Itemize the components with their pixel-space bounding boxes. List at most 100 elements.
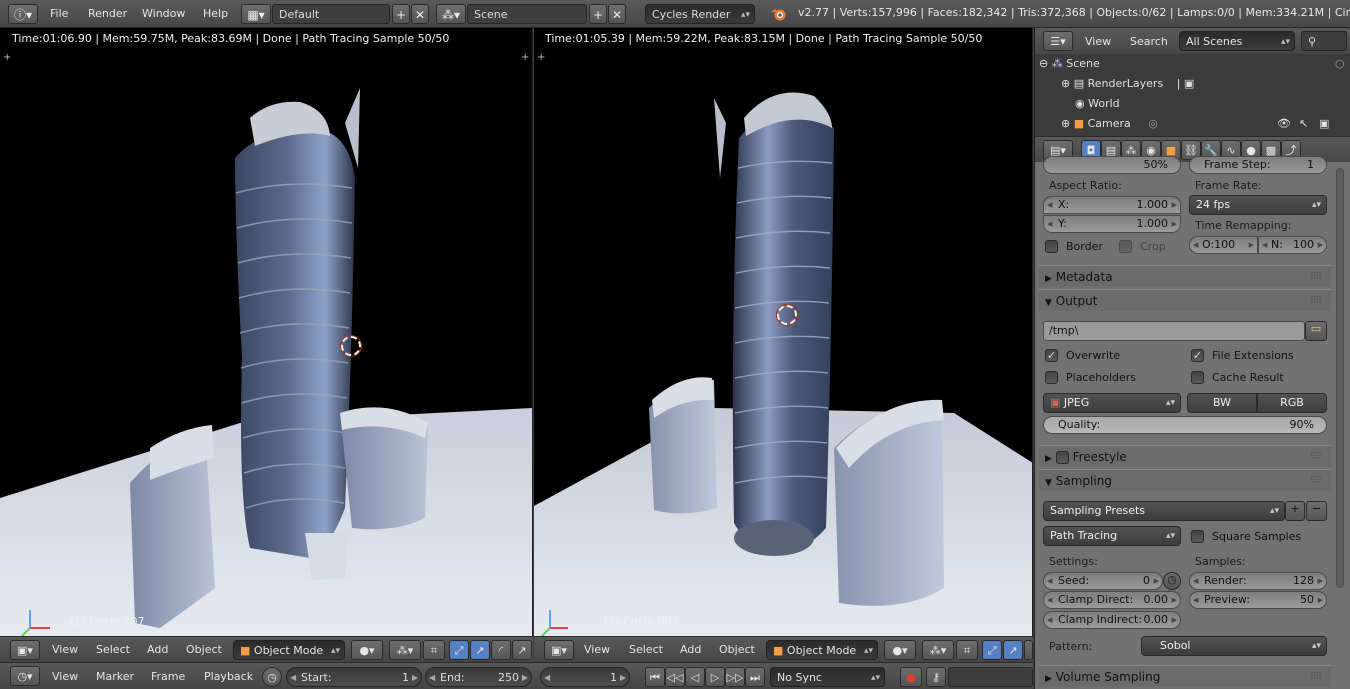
- editor-type-button[interactable]: ▣▾: [544, 640, 574, 660]
- menu-object[interactable]: Object: [186, 640, 222, 660]
- left-arrow-icon[interactable]: ◀: [1193, 592, 1198, 608]
- seed-field[interactable]: ◀ Seed: 0 ▶: [1043, 572, 1163, 590]
- selectable-cursor-icon[interactable]: ↖: [1299, 114, 1308, 134]
- time-remap-new-field[interactable]: ◀ N: 100 ▶: [1258, 236, 1327, 254]
- freestyle-panel-header[interactable]: ▶ Freestyle ⠿⠿: [1039, 445, 1331, 467]
- viewport-right[interactable]: + Time:01:05.39 | Mem:59.22M, Peak:83.15…: [534, 28, 1033, 636]
- render-engine-dropdown[interactable]: Cycles Render ▴▾: [645, 4, 755, 24]
- border-checkbox[interactable]: [1045, 240, 1058, 253]
- manipulator-toggle-button[interactable]: ⌗: [423, 640, 445, 660]
- right-arrow-icon[interactable]: ▶: [1318, 237, 1323, 253]
- panel-grip-icon[interactable]: ⠿⠿: [1310, 290, 1322, 312]
- end-frame-field[interactable]: ◀ End: 250 ▶: [425, 667, 532, 687]
- current-frame-field[interactable]: ◀ 1 ▶: [540, 667, 630, 687]
- manipulator-toggle-button[interactable]: ⌗: [956, 640, 978, 660]
- frame-step-field[interactable]: Frame Step: 1: [1189, 156, 1327, 174]
- corner-handle-icon[interactable]: +: [537, 52, 545, 63]
- clamp-direct-field[interactable]: ◀ Clamp Direct: 0.00 ▶: [1043, 591, 1181, 609]
- menu-marker[interactable]: Marker: [96, 667, 134, 687]
- output-panel-header[interactable]: ▼ Output ⠿⠿: [1039, 289, 1331, 311]
- right-arrow-icon[interactable]: ▶: [1172, 612, 1177, 628]
- sampling-pattern-dropdown[interactable]: Sobol ▴▾: [1141, 636, 1327, 656]
- file-extensions-checkbox[interactable]: ✓: [1191, 349, 1204, 362]
- menu-select[interactable]: Select: [629, 640, 663, 660]
- remove-scene-button[interactable]: ✕: [608, 4, 626, 24]
- left-arrow-icon[interactable]: ◀: [544, 668, 550, 688]
- scene-field[interactable]: Scene: [467, 4, 587, 24]
- editor-type-button[interactable]: ☰▾: [1043, 31, 1073, 51]
- jump-end-button[interactable]: ⏭: [745, 667, 765, 687]
- right-arrow-icon[interactable]: ▶: [1172, 197, 1177, 213]
- menu-search[interactable]: Search: [1130, 32, 1168, 52]
- scale-manipulator-button[interactable]: ◜: [491, 640, 511, 660]
- interaction-mode-dropdown[interactable]: ■ Object Mode ▴▾: [233, 640, 345, 660]
- jump-keyframe-forward-button[interactable]: ▷▷: [725, 667, 745, 687]
- browse-folder-button[interactable]: ▭: [1305, 321, 1327, 341]
- file-format-dropdown[interactable]: ▣ JPEG ▴▾: [1043, 393, 1181, 413]
- menu-help[interactable]: Help: [203, 4, 228, 24]
- menu-add[interactable]: Add: [147, 640, 168, 660]
- screen-layout-button[interactable]: ▦▾: [241, 4, 271, 24]
- properties-scrollbar[interactable]: [1336, 168, 1344, 588]
- panel-grip-icon[interactable]: ⠿⠿: [1310, 446, 1322, 468]
- menu-view[interactable]: View: [1085, 32, 1111, 52]
- scene-browse-button[interactable]: ⁂▾: [436, 4, 466, 24]
- right-arrow-icon[interactable]: ▶: [620, 668, 626, 688]
- overwrite-checkbox[interactable]: ✓: [1045, 349, 1058, 362]
- clamp-indirect-field[interactable]: ◀ Clamp Indirect: 0.00 ▶: [1043, 611, 1181, 629]
- cache-result-checkbox[interactable]: [1191, 371, 1204, 384]
- resolution-percentage-field[interactable]: 50%: [1043, 156, 1181, 174]
- right-arrow-icon[interactable]: ▶: [1172, 216, 1177, 232]
- play-reverse-button[interactable]: ◁: [685, 667, 705, 687]
- menu-add[interactable]: Add: [680, 640, 701, 660]
- color-mode-bw-button[interactable]: BW: [1187, 393, 1257, 413]
- right-arrow-icon[interactable]: ▶: [522, 668, 528, 688]
- crop-checkbox[interactable]: [1119, 240, 1132, 253]
- metadata-panel-header[interactable]: ▶ Metadata ⠿⠿: [1039, 265, 1331, 287]
- menu-view[interactable]: View: [52, 667, 78, 687]
- aspect-y-field[interactable]: ◀ Y: 1.000 ▶: [1043, 215, 1181, 233]
- renderable-camera-icon[interactable]: ▣: [1319, 114, 1329, 134]
- time-remap-old-field[interactable]: ◀ O:100 ▶: [1189, 236, 1258, 254]
- sampling-presets-dropdown[interactable]: Sampling Presets ▴▾: [1043, 501, 1285, 521]
- scale-manipulator-button[interactable]: [1024, 640, 1033, 660]
- remove-preset-button[interactable]: −: [1306, 501, 1327, 521]
- add-layout-button[interactable]: +: [392, 4, 410, 24]
- editor-type-button[interactable]: ▣▾: [10, 640, 40, 660]
- jump-start-button[interactable]: ⏮: [645, 667, 665, 687]
- outliner-scroll-handle-icon[interactable]: ○: [1335, 54, 1345, 74]
- start-frame-field[interactable]: ◀ Start: 1 ▶: [286, 667, 422, 687]
- translate-manipulator-button[interactable]: ⤢: [982, 640, 1002, 660]
- viewport-shading-button[interactable]: ●▾: [351, 640, 383, 660]
- rotate-manipulator-button[interactable]: ↗: [470, 640, 490, 660]
- render-samples-field[interactable]: ◀ Render: 128 ▶: [1189, 572, 1327, 590]
- preview-range-button[interactable]: ◷: [262, 667, 282, 687]
- tree-item-scene[interactable]: ⊖ ⁂ Scene: [1039, 54, 1100, 74]
- add-preset-button[interactable]: +: [1285, 501, 1305, 521]
- outliner-search-input[interactable]: ⚲: [1301, 31, 1347, 51]
- menu-window[interactable]: Window: [142, 4, 185, 24]
- play-button[interactable]: ▷: [705, 667, 725, 687]
- preview-samples-field[interactable]: ◀ Preview: 50 ▶: [1189, 591, 1327, 609]
- left-arrow-icon[interactable]: ◀: [1047, 573, 1052, 589]
- keying-set-button[interactable]: ⚷: [926, 667, 946, 687]
- tree-item-camera[interactable]: ⊕ ■ Camera ◎: [1061, 114, 1158, 134]
- viewport-shading-button[interactable]: ●▾: [884, 640, 916, 660]
- tree-item-world[interactable]: ◉ World: [1075, 94, 1120, 114]
- volume-sampling-panel-header[interactable]: ▶ Volume Sampling ⠿⠿: [1039, 665, 1331, 687]
- menu-file[interactable]: File: [50, 4, 68, 24]
- color-mode-rgb-button[interactable]: RGB: [1257, 393, 1327, 413]
- corner-handle-icon[interactable]: +: [3, 52, 11, 63]
- menu-view[interactable]: View: [584, 640, 610, 660]
- aspect-x-field[interactable]: ◀ X: 1.000 ▶: [1043, 196, 1181, 214]
- output-path-input[interactable]: /tmp\: [1043, 321, 1305, 341]
- interaction-mode-dropdown[interactable]: ■ Object Mode ▴▾: [766, 640, 878, 660]
- left-arrow-icon[interactable]: ◀: [1047, 612, 1052, 628]
- left-arrow-icon[interactable]: ◀: [290, 668, 296, 688]
- right-arrow-icon[interactable]: ▶: [1172, 592, 1177, 608]
- square-samples-checkbox[interactable]: [1191, 530, 1204, 543]
- viewport-left[interactable]: + + Time:01:06.90 | Mem:59.75M, Peak:83.…: [0, 28, 533, 636]
- menu-playback[interactable]: Playback: [204, 667, 253, 687]
- placeholders-checkbox[interactable]: [1045, 371, 1058, 384]
- left-arrow-icon[interactable]: ◀: [1193, 573, 1198, 589]
